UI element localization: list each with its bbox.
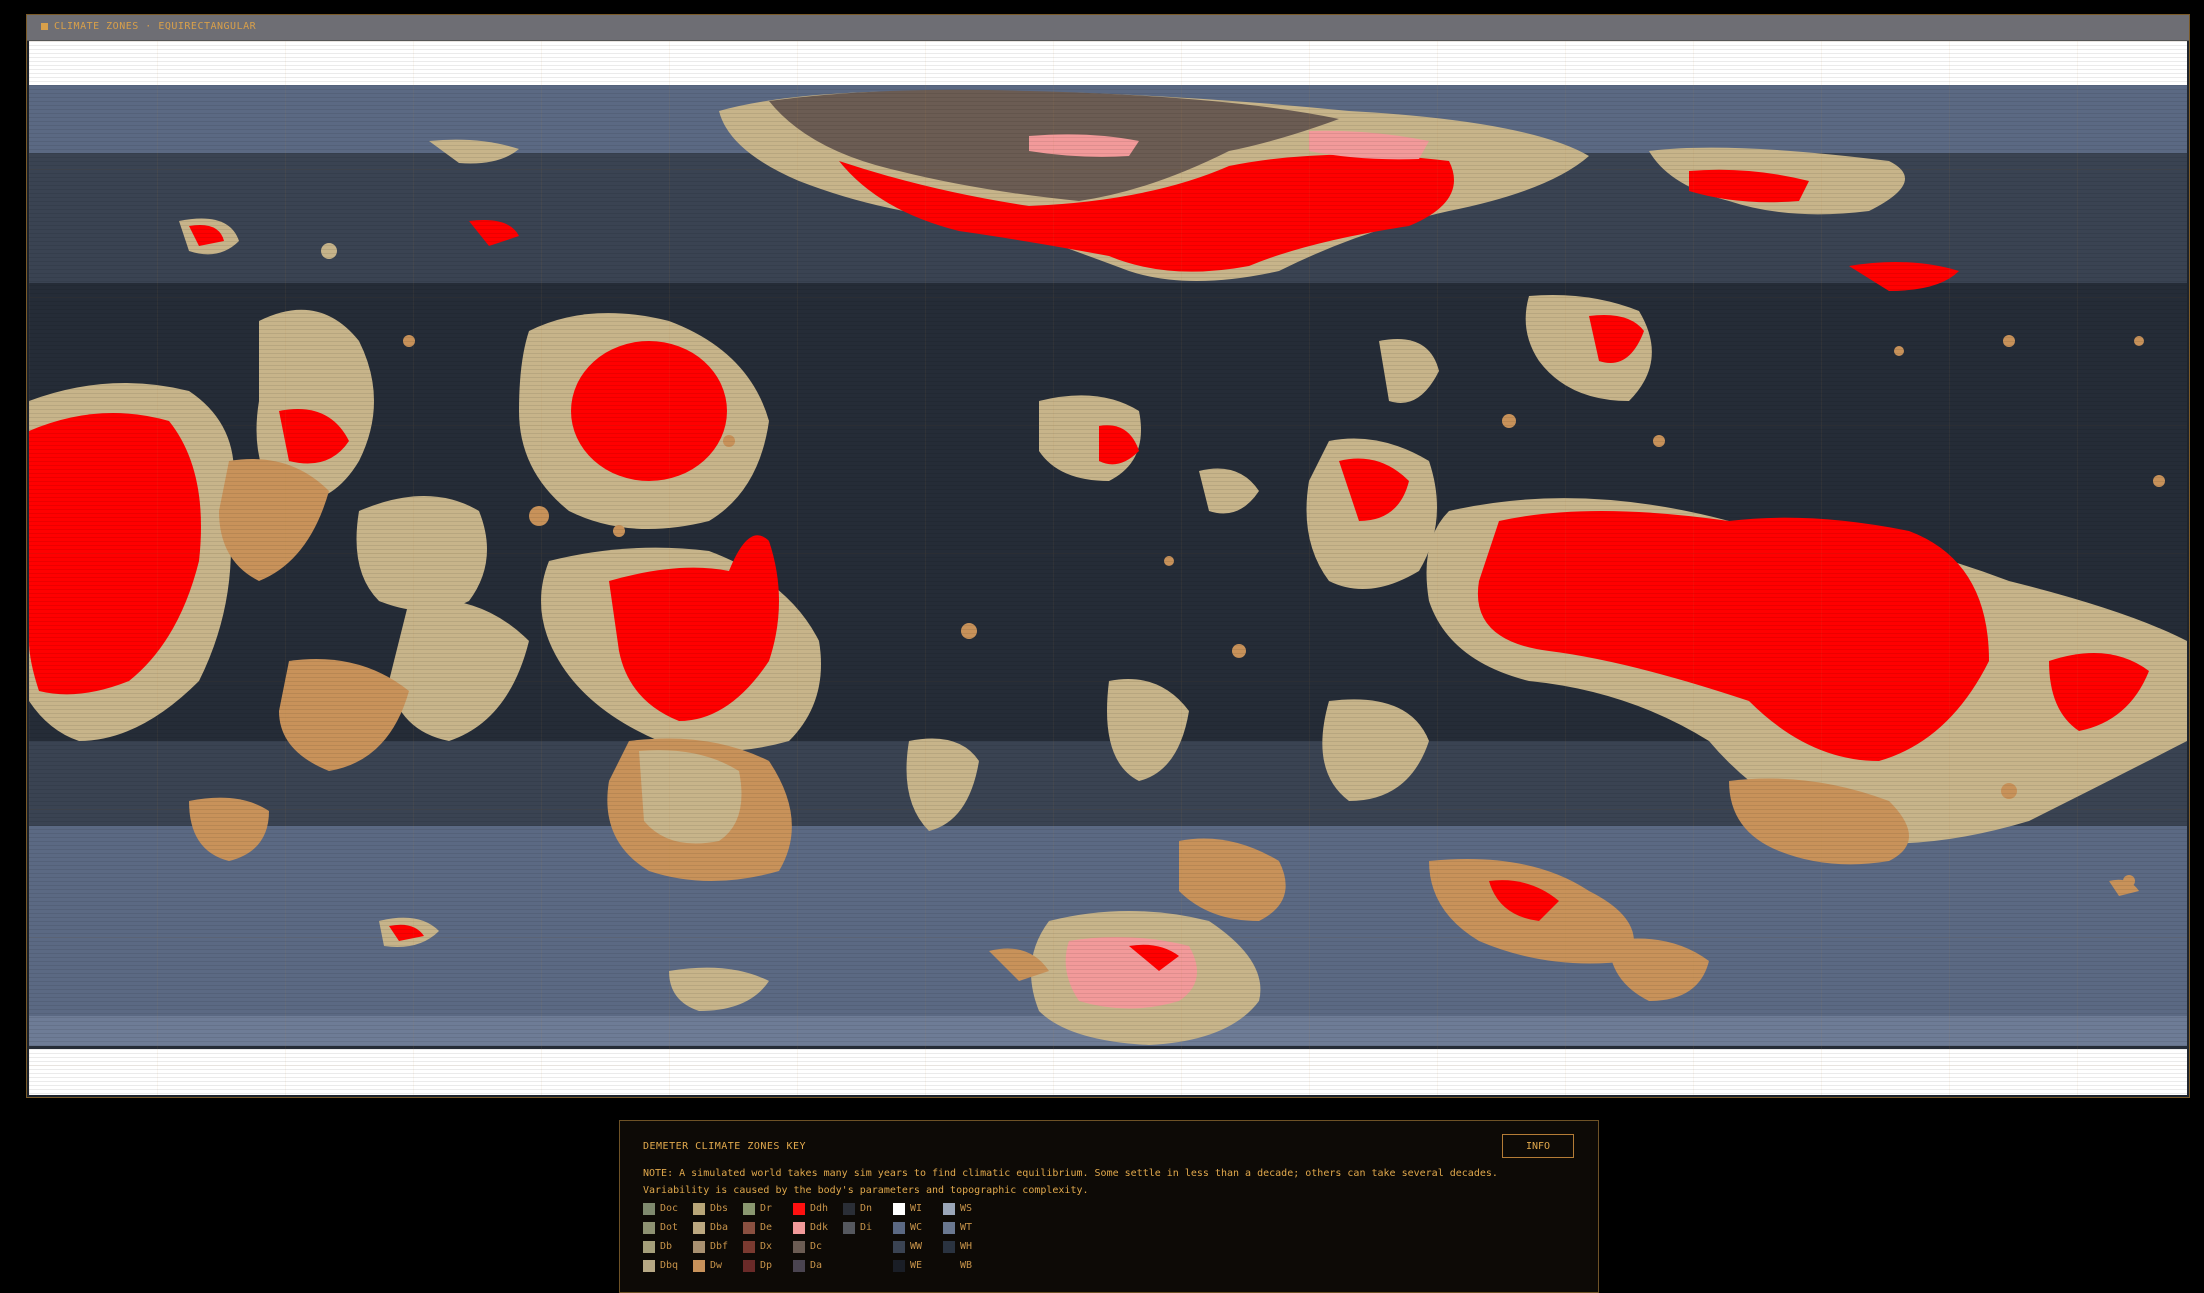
legend-label: Ddk [810,1222,829,1233]
map-title: CLIMATE ZONES · EQUIRECTANGULAR [41,21,256,32]
legend-label: Dx [760,1241,773,1252]
legend-swatch [843,1203,855,1215]
map-window-icon [41,22,48,30]
climate-map-panel: CLIMATE ZONES · EQUIRECTANGULAR [26,14,2190,1098]
legend-swatch [693,1241,705,1253]
legend-swatch [743,1260,755,1272]
legend-swatch [943,1222,955,1234]
legend-label: WH [960,1241,973,1252]
legend-swatch [893,1241,905,1253]
legend-swatch [643,1222,655,1234]
legend-label: Doc [660,1203,679,1214]
legend-swatch [693,1203,705,1215]
legend-swatch [943,1241,955,1253]
legend-swatch [943,1260,955,1272]
legend-label: Dw [710,1260,723,1271]
legend-label: Dot [660,1222,679,1233]
key-note: NOTE: A simulated world takes many sim y… [643,1168,1498,1196]
legend-label: WE [910,1260,923,1271]
legend-label: Dba [710,1222,729,1233]
legend-swatch [893,1260,905,1272]
legend-label: Dr [760,1203,773,1214]
legend-swatch [793,1260,805,1272]
legend-label: WT [960,1222,973,1233]
legend-label: Dc [810,1241,823,1252]
legend-swatch [693,1260,705,1272]
key-title: DEMETER CLIMATE ZONES KEY [643,1141,807,1152]
legend-swatch [793,1241,805,1253]
map-title-bar: CLIMATE ZONES · EQUIRECTANGULAR [27,15,2189,41]
info-button[interactable]: INFO [1502,1134,1574,1158]
legend-label: WI [910,1203,923,1214]
legend-swatch [943,1203,955,1215]
legend-label: Dn [860,1203,873,1214]
legend-label: Dbq [660,1260,679,1271]
legend-label: Ddh [810,1203,829,1214]
legend-label: Dp [760,1260,773,1271]
legend-label: Db [660,1241,673,1252]
legend-swatch [893,1222,905,1234]
legend-swatch [843,1222,855,1234]
legend-label: WS [960,1203,973,1214]
legend-swatch [743,1241,755,1253]
legend-label: Dbs [710,1203,729,1214]
map-scanlines [29,41,2187,1095]
legend-label: De [760,1222,773,1233]
legend-label: WW [910,1241,923,1252]
climate-zone-map[interactable] [29,41,2187,1095]
legend-swatch [793,1222,805,1234]
legend-label: Dbf [710,1241,729,1252]
climate-key-panel: DEMETER CLIMATE ZONES KEY INFO NOTE: A s… [619,1120,1599,1293]
legend-label: WB [960,1260,973,1271]
legend-label: Da [810,1260,823,1271]
legend-label: WC [910,1222,923,1233]
legend-swatch [693,1222,705,1234]
legend-swatch [643,1203,655,1215]
legend-swatch [743,1203,755,1215]
map-title-text: CLIMATE ZONES · EQUIRECTANGULAR [54,21,257,32]
legend-swatch [893,1203,905,1215]
legend-swatch [643,1260,655,1272]
legend-swatch [643,1241,655,1253]
legend-label: Di [860,1222,873,1233]
legend-swatch [793,1203,805,1215]
legend-swatch [743,1222,755,1234]
